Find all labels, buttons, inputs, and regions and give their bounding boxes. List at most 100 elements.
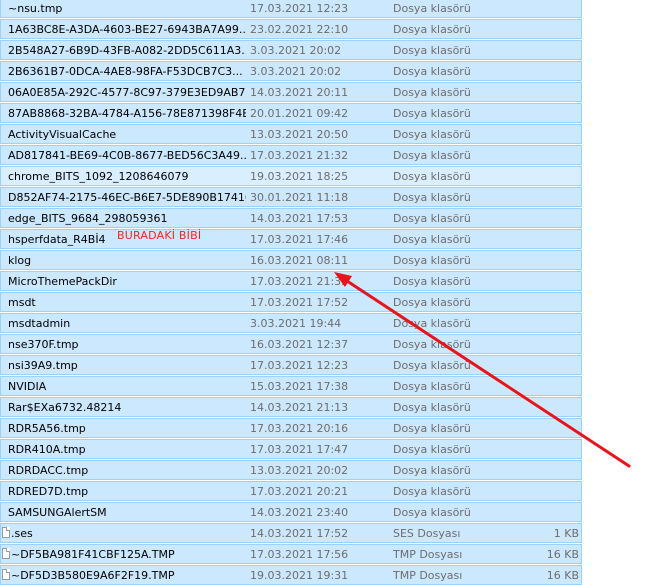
- folder-row[interactable]: RDRDACC.tmp 13.03.2021 20:02 Dosya klasörü: [0, 460, 582, 480]
- folder-row[interactable]: nse370F.tmp 16.03.2021 12:37 Dosya klasörü: [0, 334, 582, 354]
- file-icon: [2, 548, 10, 559]
- row-name: RDRED7D.tmp: [8, 485, 89, 498]
- row-type: Dosya klasörü: [393, 359, 471, 372]
- folder-row[interactable]: ~nsu.tmp 17.03.2021 12:23 Dosya klasörü: [0, 0, 582, 18]
- row-size: [501, 41, 579, 60]
- row-name: msdtadmin: [8, 317, 71, 330]
- row-size: [501, 0, 579, 18]
- row-type: TMP Dosyası: [393, 569, 463, 582]
- row-size: 16 KB: [546, 548, 579, 561]
- row-date: 14.03.2021 17:53: [250, 212, 349, 225]
- folder-row[interactable]: NVIDIA 15.03.2021 17:38 Dosya klasörü: [0, 376, 582, 396]
- row-name: msdt: [8, 296, 36, 309]
- folder-row[interactable]: 06A0E85A-292C-4577-8C97-379E3ED9AB73 14.0…: [0, 82, 582, 102]
- folder-row[interactable]: RDRED7D.tmp 17.03.2021 20:21 Dosya klasörü: [0, 481, 582, 501]
- row-name: NVIDIA: [8, 380, 47, 393]
- folder-row[interactable]: MicroThemePackDir 17.03.2021 21:33 Dosya k…: [0, 271, 582, 291]
- row-name: RDR5A56.tmp: [8, 422, 86, 435]
- row-type: Dosya klasörü: [393, 191, 471, 204]
- folder-row[interactable]: chrome_BITS_1092_1208646079 19.03.2021 18…: [0, 166, 582, 186]
- row-name: AD817841-BE69-4C0B-8677-BED56C3A49...: [8, 149, 246, 162]
- folder-row[interactable]: RDR410A.tmp 17.03.2021 17:47 Dosya klasörü: [0, 439, 582, 459]
- row-date: 14.03.2021 20:11: [250, 86, 349, 99]
- row-date: 20.01.2021 09:42: [250, 107, 349, 120]
- folder-row[interactable]: Rar$EXa6732.48214 14.03.2021 21:13 Dosya k…: [0, 397, 582, 417]
- row-date: 14.03.2021 17:52: [250, 527, 349, 540]
- file-icon: [2, 527, 10, 538]
- row-size: [501, 62, 579, 81]
- row-size: [501, 461, 579, 480]
- row-name: 06A0E85A-292C-4577-8C97-379E3ED9AB73: [8, 86, 246, 99]
- row-size: [501, 314, 579, 333]
- row-size: [501, 398, 579, 417]
- row-type: Dosya klasörü: [393, 44, 471, 57]
- row-name: klog: [8, 254, 32, 267]
- file-row[interactable]: .ses 14.03.2021 17:52 SES Dosyası 1 KB: [0, 523, 582, 543]
- row-type: Dosya klasörü: [393, 2, 471, 15]
- row-date: 30.01.2021 11:18: [250, 191, 349, 204]
- row-type: Dosya klasörü: [393, 443, 471, 456]
- row-size: [501, 209, 579, 228]
- folder-row[interactable]: 87AB8868-32BA-4784-A156-78E871398F4E 20.0…: [0, 103, 582, 123]
- folder-row[interactable]: edge_BITS_9684_298059361 14.03.2021 17:53…: [0, 208, 582, 228]
- folder-row[interactable]: 2B6361B7-0DCA-4AE8-98FA-F53DCB7C3... 3.03…: [0, 61, 582, 81]
- row-size: [501, 125, 579, 144]
- row-size: [501, 272, 579, 291]
- row-date: 17.03.2021 20:21: [250, 485, 349, 498]
- row-type: Dosya klasörü: [393, 422, 471, 435]
- row-name: RDRDACC.tmp: [8, 464, 89, 477]
- row-name: RDR410A.tmp: [8, 443, 86, 456]
- row-size: [501, 167, 579, 186]
- row-date: 17.03.2021 17:56: [250, 548, 349, 561]
- row-name: nsi39A9.tmp: [8, 359, 78, 372]
- row-date: 17.03.2021 17:52: [250, 296, 349, 309]
- row-type: Dosya klasörü: [393, 380, 471, 393]
- row-type: Dosya klasörü: [393, 65, 471, 78]
- row-date: 3.03.2021 20:02: [250, 65, 342, 78]
- row-date: 14.03.2021 21:13: [250, 401, 349, 414]
- file-row[interactable]: ~DF5D3B580E9A6F2F19.TMP 19.03.2021 19:31 T…: [0, 565, 582, 585]
- row-name: 1A63BC8E-A3DA-4603-BE27-6943BA7A99...: [8, 23, 246, 36]
- row-size: [501, 440, 579, 459]
- folder-row[interactable]: 2B548A27-6B9D-43FB-A082-2DD5C611A3... 3.0…: [0, 40, 582, 60]
- row-date: 23.02.2021 22:10: [250, 23, 349, 36]
- row-name: 87AB8868-32BA-4784-A156-78E871398F4E: [8, 107, 246, 120]
- row-size: 16 KB: [546, 569, 579, 582]
- row-date: 3.03.2021 19:44: [250, 317, 342, 330]
- folder-row[interactable]: hsperfdata_R4Bİ4 17.03.2021 17:46 Dosya kl…: [0, 229, 582, 249]
- row-date: 14.03.2021 23:40: [250, 506, 349, 519]
- row-type: Dosya klasörü: [393, 149, 471, 162]
- row-date: 3.03.2021 20:02: [250, 44, 342, 57]
- folder-row[interactable]: ActivityVisualCache 13.03.2021 20:50 Dosya…: [0, 124, 582, 144]
- row-date: 17.03.2021 21:33: [250, 275, 349, 288]
- row-type: Dosya klasörü: [393, 464, 471, 477]
- folder-row[interactable]: D852AF74-2175-46EC-B6E7-5DE890B17416 30.0…: [0, 187, 582, 207]
- folder-row[interactable]: msdtadmin 3.03.2021 19:44 Dosya klasörü: [0, 313, 582, 333]
- row-date: 13.03.2021 20:02: [250, 464, 349, 477]
- row-date: 15.03.2021 17:38: [250, 380, 349, 393]
- row-date: 19.03.2021 18:25: [250, 170, 349, 183]
- row-size: [501, 482, 579, 501]
- folder-row[interactable]: nsi39A9.tmp 17.03.2021 12:23 Dosya klasörü: [0, 355, 582, 375]
- row-size: [501, 419, 579, 438]
- folder-row[interactable]: 1A63BC8E-A3DA-4603-BE27-6943BA7A99... 23.…: [0, 19, 582, 39]
- row-size: [501, 104, 579, 123]
- folder-row[interactable]: klog 16.03.2021 08:11 Dosya klasörü: [0, 250, 582, 270]
- folder-row[interactable]: msdt 17.03.2021 17:52 Dosya klasörü: [0, 292, 582, 312]
- file-row[interactable]: ~DF5BA981F41CBF125A.TMP 17.03.2021 17:56 T…: [0, 544, 582, 564]
- row-type: Dosya klasörü: [393, 485, 471, 498]
- row-type: Dosya klasörü: [393, 254, 471, 267]
- row-name: chrome_BITS_1092_1208646079: [8, 170, 189, 183]
- row-type: Dosya klasörü: [393, 23, 471, 36]
- folder-row[interactable]: AD817841-BE69-4C0B-8677-BED56C3A49... 17.…: [0, 145, 582, 165]
- annotation-label: BURADAKİ BİBİ: [117, 229, 202, 242]
- folder-row[interactable]: RDR5A56.tmp 17.03.2021 20:16 Dosya klasörü: [0, 418, 582, 438]
- row-name: 2B6361B7-0DCA-4AE8-98FA-F53DCB7C3...: [8, 65, 243, 78]
- row-date: 17.03.2021 20:16: [250, 422, 349, 435]
- row-type: TMP Dosyası: [393, 548, 463, 561]
- row-type: Dosya klasörü: [393, 275, 471, 288]
- row-date: 16.03.2021 12:37: [250, 338, 349, 351]
- folder-row[interactable]: SAMSUNGAlertSM 14.03.2021 23:40 Dosya klas…: [0, 502, 582, 522]
- row-size: [501, 293, 579, 312]
- row-size: [501, 83, 579, 102]
